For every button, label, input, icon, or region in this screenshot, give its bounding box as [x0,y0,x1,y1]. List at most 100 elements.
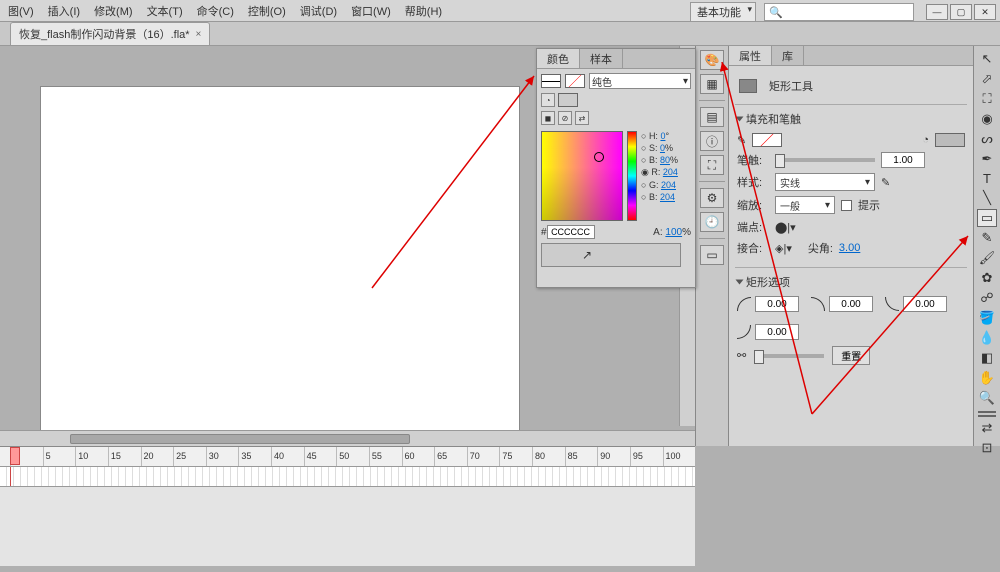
black-white-icon[interactable]: ◼ [541,111,555,125]
stroke-weight-slider[interactable] [775,158,875,162]
swatches-panel-icon[interactable]: 🎨 [700,50,724,70]
paint-bucket-tool[interactable]: 🪣 [977,309,997,327]
zoom-tool[interactable]: 🔍 [977,389,997,407]
cap-dropdown[interactable]: ⬤|▾ [775,221,796,234]
color-preview [541,243,681,267]
snap-icon[interactable]: ⊡ [977,439,997,457]
menu-help[interactable]: 帮助(H) [405,3,442,19]
menu-control[interactable]: 控制(O) [248,3,286,19]
timeline-ruler[interactable]: 1 5 10 15 20 25 30 35 40 45 50 55 60 65 … [0,447,695,467]
bone-tool[interactable]: ☍ [977,289,997,307]
stroke-color-swatch[interactable] [752,133,782,147]
lasso-tool[interactable]: ᔕ [977,130,997,148]
stage-canvas[interactable] [40,86,520,431]
pencil-tool[interactable]: ✎ [977,229,997,247]
color-picker[interactable] [541,131,623,221]
eraser-tool[interactable]: ◧ [977,349,997,367]
menu-view[interactable]: 图(V) [8,3,34,19]
stroke-style-dropdown[interactable]: 实线▾ [775,173,875,191]
document-tab[interactable]: 恢复_flash制作闪动背景（16）.fla* × [10,22,210,45]
selection-tool[interactable]: ↖ [977,50,997,68]
bucket-icon: ◔ [922,134,929,146]
corner-bl-input[interactable] [903,296,947,312]
hue-slider[interactable] [627,131,637,221]
components-panel-icon[interactable]: ⚙ [700,188,724,208]
hand-tool[interactable]: ✋ [977,369,997,387]
edit-style-icon[interactable]: ✎ [881,176,890,189]
corner-tl-icon [737,297,751,311]
section-rect-options[interactable]: 矩形选项 [737,274,965,290]
3d-rotation-tool[interactable]: ◉ [977,110,997,128]
stage-horizontal-scrollbar[interactable] [0,430,695,446]
fill-color-swatch[interactable] [935,133,965,147]
tab-properties[interactable]: 属性 [729,46,772,65]
menu-insert[interactable]: 插入(I) [48,3,80,19]
free-transform-tool[interactable]: ⛶ [977,90,997,108]
menu-text[interactable]: 文本(T) [147,3,183,19]
corner-br-icon [737,325,751,339]
fill-type-dropdown[interactable]: 纯色▾ [589,73,691,89]
expand-icon [736,117,744,122]
corner-tr-icon [811,297,825,311]
corner-tr-input[interactable] [829,296,873,312]
swap-colors-icon[interactable]: ⇄ [977,419,997,437]
brush-tool[interactable]: 🖌 [977,249,997,267]
stroke-weight-input[interactable] [881,152,925,168]
workspace-mode-dropdown[interactable]: 基本功能 [690,2,756,22]
transform-panel-icon[interactable]: ⛶ [700,155,724,175]
join-dropdown[interactable]: ◈|▾ [775,242,792,255]
timeline-panel: 1 5 10 15 20 25 30 35 40 45 50 55 60 65 … [0,446,695,566]
bucket-mini-icon[interactable]: ◔ [541,93,555,107]
menu-commands[interactable]: 命令(C) [197,3,234,19]
fill-swatch[interactable] [565,74,585,88]
timeline-frames[interactable] [0,467,695,487]
corner-tl-input[interactable] [755,296,799,312]
menu-modify[interactable]: 修改(M) [94,3,133,19]
deco-tool[interactable]: ✿ [977,269,997,287]
current-color-swatch[interactable] [558,93,578,107]
eyedropper-tool[interactable]: 💧 [977,329,997,347]
stroke-color[interactable] [978,411,996,413]
pen-tool[interactable]: ✒ [977,150,997,168]
info-panel-icon[interactable]: ⓘ [700,131,724,151]
menu-bar: 图(V) 插入(I) 修改(M) 文本(T) 命令(C) 控制(O) 调试(D)… [0,0,1000,22]
tool-name-label: 矩形工具 [769,78,813,94]
tab-swatches[interactable]: 样本 [580,49,623,68]
playhead[interactable] [10,447,20,465]
section-fill-stroke[interactable]: 填充和笔触 [737,111,965,127]
menu-debug[interactable]: 调试(D) [300,3,337,19]
fill-color[interactable] [978,415,996,417]
close-tab-icon[interactable]: × [196,29,202,40]
tab-library[interactable]: 库 [772,46,804,65]
text-tool[interactable]: T [977,170,997,187]
hinting-checkbox[interactable] [841,200,852,211]
pencil-icon: ✎ [737,134,746,147]
menu-window[interactable]: 窗口(W) [351,3,391,19]
search-input[interactable] [764,3,914,21]
swap-icon[interactable]: ⇄ [575,111,589,125]
subselection-tool[interactable]: ⬀ [977,70,997,88]
stroke-swatch[interactable] [541,74,561,88]
tab-color[interactable]: 颜色 [537,49,580,68]
window-minimize[interactable]: — [926,4,948,20]
no-color-icon[interactable]: ⊘ [558,111,572,125]
expand-icon [736,280,744,285]
align-panel-icon[interactable]: ▦ [700,74,724,94]
corner-br-input[interactable] [755,324,799,340]
lock-corners-icon[interactable]: ⚯ [737,349,746,362]
reset-button[interactable]: 重置 [832,346,870,365]
hex-input[interactable] [547,225,595,239]
dock-column: 🎨 ▦ ▤ ⓘ ⛶ ⚙ 🕘 ▭ [695,46,729,446]
library-panel-icon[interactable]: ▤ [700,107,724,127]
window-maximize[interactable]: ▢ [950,4,972,20]
document-tab-bar: 恢复_flash制作闪动背景（16）.fla* × [0,22,1000,46]
window-close[interactable]: ✕ [974,4,996,20]
corner-radius-slider[interactable] [754,354,824,358]
actions-panel-icon[interactable]: ▭ [700,245,724,265]
history-panel-icon[interactable]: 🕘 [700,212,724,232]
miter-value[interactable]: 3.00 [839,242,860,254]
scale-dropdown[interactable]: 一般▾ [775,196,835,214]
properties-panel: 属性 库 矩形工具 填充和笔触 ✎ ◔ 笔触: [729,46,974,446]
rectangle-tool[interactable]: ▭ [977,209,997,227]
line-tool[interactable]: ╲ [977,189,997,207]
